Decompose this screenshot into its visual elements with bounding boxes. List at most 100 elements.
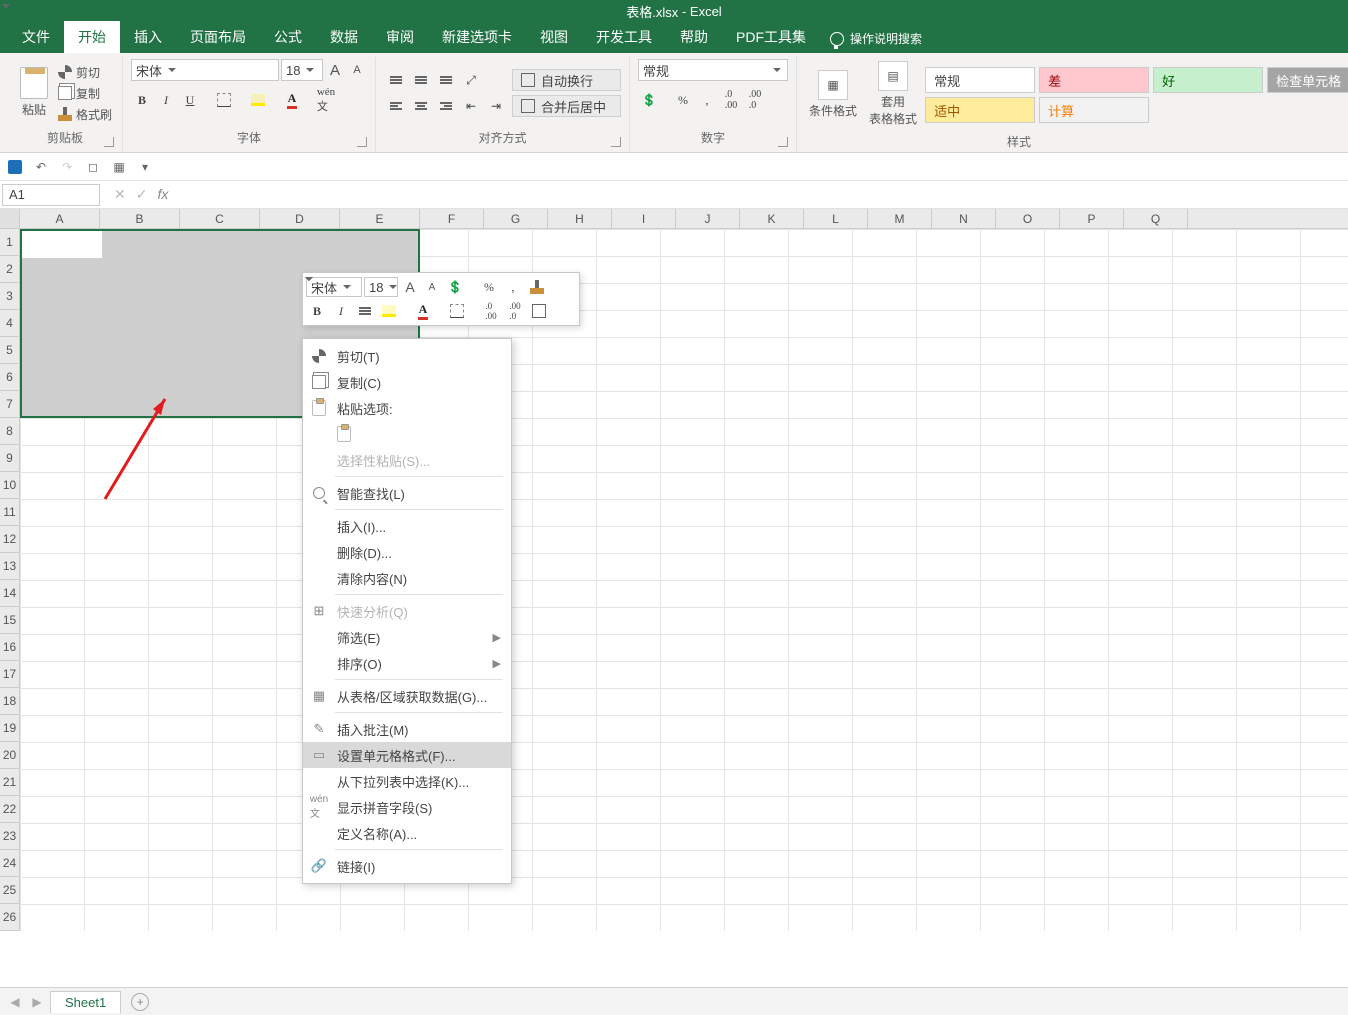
select-all-corner[interactable] bbox=[0, 209, 20, 228]
dec-decimal-button[interactable]: .00.0 bbox=[744, 89, 766, 111]
fill-color-button[interactable] bbox=[247, 89, 269, 111]
row-header[interactable]: 4 bbox=[0, 310, 19, 337]
ctx-phonetic[interactable]: wén文显示拼音字段(S) bbox=[303, 794, 511, 820]
dialog-launcher-icon[interactable] bbox=[611, 137, 621, 147]
dialog-launcher-icon[interactable] bbox=[778, 137, 788, 147]
tab-home[interactable]: 开始 bbox=[64, 21, 120, 53]
enter-formula-button[interactable]: ✓ bbox=[136, 186, 148, 203]
font-name-combo[interactable]: 宋体 bbox=[131, 59, 279, 81]
mini-italic-button[interactable]: I bbox=[330, 300, 352, 322]
underline-button[interactable]: U bbox=[179, 89, 201, 111]
fx-button[interactable]: fx bbox=[157, 186, 168, 203]
undo-button[interactable]: ↶ bbox=[32, 158, 50, 176]
col-header[interactable]: F bbox=[420, 209, 484, 228]
row-header[interactable]: 22 bbox=[0, 796, 19, 823]
row-header[interactable]: 14 bbox=[0, 580, 19, 607]
col-header[interactable]: O bbox=[996, 209, 1060, 228]
dialog-launcher-icon[interactable] bbox=[104, 137, 114, 147]
cut-button[interactable]: 剪切 bbox=[56, 63, 114, 82]
cancel-formula-button[interactable]: ✕ bbox=[114, 186, 126, 203]
row-header[interactable]: 7 bbox=[0, 391, 19, 418]
col-header[interactable]: B bbox=[100, 209, 180, 228]
tab-custom[interactable]: 新建选项卡 bbox=[428, 21, 526, 53]
col-header[interactable]: G bbox=[484, 209, 548, 228]
ctx-insert[interactable]: 插入(I)... bbox=[303, 513, 511, 539]
col-header[interactable]: I bbox=[612, 209, 676, 228]
style-neutral[interactable]: 适中 bbox=[925, 97, 1035, 123]
row-header[interactable]: 23 bbox=[0, 823, 19, 850]
mini-bold-button[interactable]: B bbox=[306, 300, 328, 322]
accounting-button[interactable]: 💲 bbox=[638, 89, 660, 111]
row-header[interactable]: 15 bbox=[0, 607, 19, 634]
font-size-combo[interactable]: 18 bbox=[281, 59, 323, 81]
row-header[interactable]: 6 bbox=[0, 364, 19, 391]
row-header[interactable]: 24 bbox=[0, 850, 19, 877]
align-right-button[interactable] bbox=[434, 95, 458, 117]
row-header[interactable]: 26 bbox=[0, 904, 19, 931]
tab-view[interactable]: 视图 bbox=[526, 21, 582, 53]
ctx-smart-lookup[interactable]: 智能查找(L) bbox=[303, 480, 511, 506]
mini-fontcolor-button[interactable]: A bbox=[412, 300, 434, 322]
indent-dec-button[interactable]: ⇤ bbox=[459, 95, 483, 117]
merge-center-button[interactable]: 合并后居中 bbox=[512, 95, 621, 117]
border-button[interactable] bbox=[213, 89, 235, 111]
conditional-format-button[interactable]: ▦ 条件格式 bbox=[805, 68, 861, 123]
qat-button[interactable]: ▦ bbox=[110, 158, 128, 176]
tab-pdf[interactable]: PDF工具集 bbox=[722, 21, 820, 53]
tab-formulas[interactable]: 公式 bbox=[260, 21, 316, 53]
tell-me[interactable]: 操作说明搜索 bbox=[820, 24, 932, 53]
tab-help[interactable]: 帮助 bbox=[666, 21, 722, 53]
grow-font-button[interactable]: A bbox=[325, 59, 345, 81]
tab-data[interactable]: 数据 bbox=[316, 21, 372, 53]
col-header[interactable]: P bbox=[1060, 209, 1124, 228]
ctx-cut[interactable]: 剪切(T) bbox=[303, 343, 511, 369]
row-header[interactable]: 18 bbox=[0, 688, 19, 715]
redo-button[interactable]: ↷ bbox=[58, 158, 76, 176]
sheet-tab[interactable]: Sheet1 bbox=[50, 991, 121, 1013]
ctx-define-name[interactable]: 定义名称(A)... bbox=[303, 820, 511, 846]
wrap-text-button[interactable]: 自动换行 bbox=[512, 69, 621, 91]
tab-file[interactable]: 文件 bbox=[8, 21, 64, 53]
style-bad[interactable]: 差 bbox=[1039, 67, 1149, 93]
add-sheet-button[interactable]: + bbox=[131, 993, 149, 1011]
mini-shrink-font[interactable]: A bbox=[422, 276, 442, 298]
col-header[interactable]: C bbox=[180, 209, 260, 228]
ctx-format-cells[interactable]: ▭设置单元格格式(F)... bbox=[303, 742, 511, 768]
save-button[interactable] bbox=[6, 158, 24, 176]
bold-button[interactable]: B bbox=[131, 89, 153, 111]
mini-percent-button[interactable]: % bbox=[478, 276, 500, 298]
row-header[interactable]: 11 bbox=[0, 499, 19, 526]
comma-button[interactable]: , bbox=[696, 89, 718, 111]
row-header[interactable]: 19 bbox=[0, 715, 19, 742]
ctx-dropdown-pick[interactable]: 从下拉列表中选择(K)... bbox=[303, 768, 511, 794]
sheet-nav-prev[interactable]: ◀ bbox=[6, 995, 24, 1009]
mini-align-button[interactable] bbox=[354, 300, 376, 322]
col-header[interactable]: A bbox=[20, 209, 100, 228]
mini-painter-button[interactable] bbox=[526, 276, 548, 298]
qat-button[interactable]: ◻ bbox=[84, 158, 102, 176]
name-box[interactable]: A1 bbox=[2, 184, 100, 206]
col-header[interactable]: D bbox=[260, 209, 340, 228]
cell-styles-gallery[interactable]: 常规 差 适中 计算 bbox=[925, 67, 1149, 123]
format-as-table-button[interactable]: ▤ 套用 表格格式 bbox=[865, 59, 921, 131]
italic-button[interactable]: I bbox=[155, 89, 177, 111]
mini-comma-button[interactable]: , bbox=[502, 276, 524, 298]
ctx-link[interactable]: 🔗链接(I) bbox=[303, 853, 511, 879]
row-header[interactable]: 1 bbox=[0, 229, 19, 256]
inc-decimal-button[interactable]: .0.00 bbox=[720, 89, 742, 111]
row-header[interactable]: 21 bbox=[0, 769, 19, 796]
col-header[interactable]: J bbox=[676, 209, 740, 228]
row-header[interactable]: 9 bbox=[0, 445, 19, 472]
indent-inc-button[interactable]: ⇥ bbox=[484, 95, 508, 117]
ctx-sort[interactable]: 排序(O)▶ bbox=[303, 650, 511, 676]
cells-grid[interactable] bbox=[20, 229, 1348, 931]
row-header[interactable]: 12 bbox=[0, 526, 19, 553]
phonetic-button[interactable]: wén文 bbox=[315, 89, 337, 111]
style-good[interactable]: 好 bbox=[1153, 67, 1263, 93]
ctx-copy[interactable]: 复制(C) bbox=[303, 369, 511, 395]
dialog-launcher-icon[interactable] bbox=[357, 137, 367, 147]
mini-grow-font[interactable]: A bbox=[400, 276, 420, 298]
col-header[interactable]: H bbox=[548, 209, 612, 228]
mini-dec-dec-button[interactable]: .00.0 bbox=[504, 300, 526, 322]
tab-review[interactable]: 审阅 bbox=[372, 21, 428, 53]
